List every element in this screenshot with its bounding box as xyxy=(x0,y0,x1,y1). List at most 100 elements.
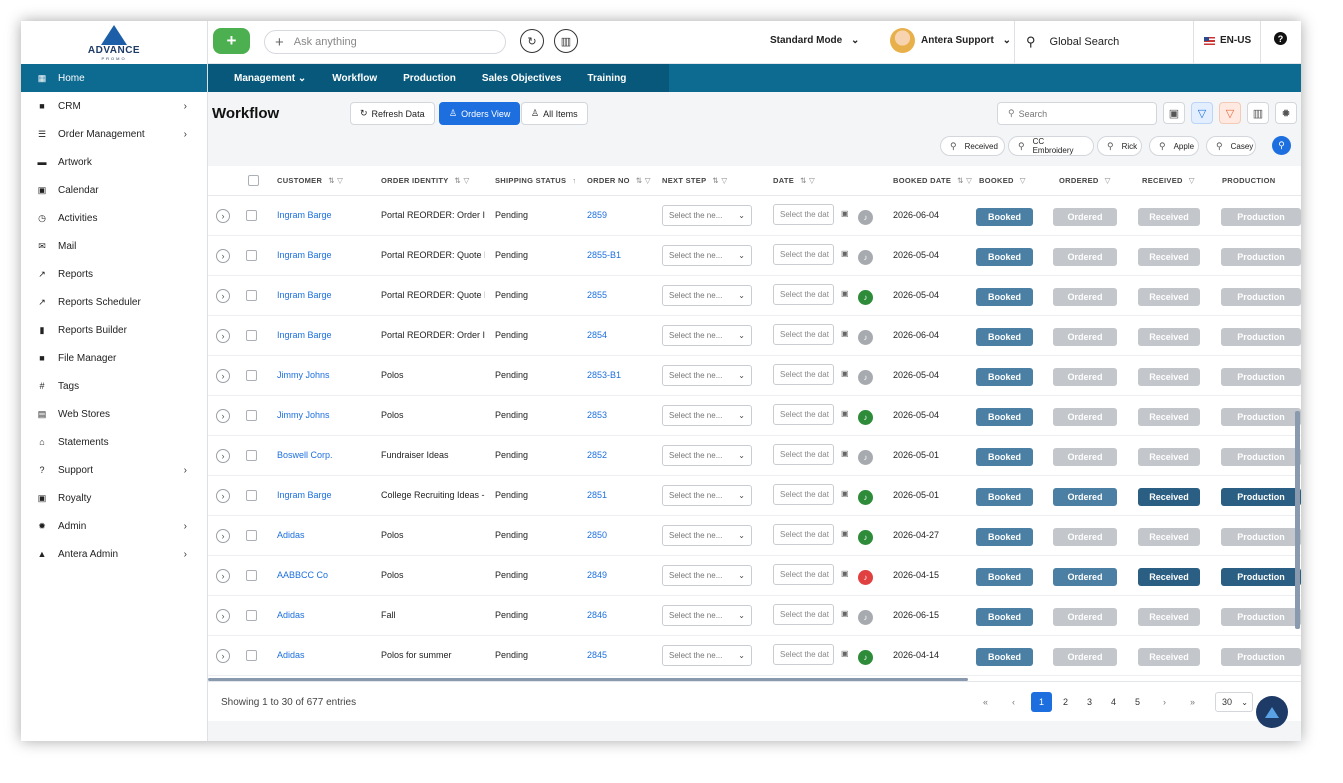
next-step-select[interactable]: Select the ne... ⌄ xyxy=(662,245,752,266)
production-status-button[interactable]: Production xyxy=(1221,448,1301,466)
all-items-button[interactable]: ♙ All Items xyxy=(521,102,588,125)
sidebar-item-reports-builder[interactable]: ▮ Reports Builder xyxy=(21,316,207,344)
help-button[interactable]: ? xyxy=(1274,32,1287,45)
clear-filter-button[interactable]: ▽ xyxy=(1219,102,1241,124)
booked-status-button[interactable]: Booked xyxy=(976,248,1033,266)
bell-icon[interactable]: ♪ xyxy=(858,290,873,305)
bell-icon[interactable]: ♪ xyxy=(858,650,873,665)
first-page-button[interactable]: « xyxy=(975,692,996,712)
select-all-checkbox[interactable] xyxy=(248,175,259,186)
date-input[interactable]: Select the dat xyxy=(773,404,834,425)
ordered-status-button[interactable]: Ordered xyxy=(1053,208,1117,226)
calendar-icon[interactable]: ▣ xyxy=(841,609,849,618)
expand-row-button[interactable]: › xyxy=(216,209,230,223)
bell-icon[interactable]: ♪ xyxy=(858,490,873,505)
date-input[interactable]: Select the dat xyxy=(773,604,834,625)
column-header-customer[interactable]: CUSTOMER ⇅ ▽ xyxy=(277,176,343,185)
order-number-link[interactable]: 2845 xyxy=(587,650,657,660)
next-page-button[interactable]: › xyxy=(1154,692,1175,712)
filter-button[interactable]: ▽ xyxy=(1191,102,1213,124)
ordered-status-button[interactable]: Ordered xyxy=(1053,488,1117,506)
production-status-button[interactable]: Production xyxy=(1221,528,1301,546)
booked-status-button[interactable]: Booked xyxy=(976,208,1033,226)
expand-row-button[interactable]: › xyxy=(216,329,230,343)
assistant-button[interactable] xyxy=(1256,696,1288,728)
received-status-button[interactable]: Received xyxy=(1138,608,1200,626)
ordered-status-button[interactable]: Ordered xyxy=(1053,408,1117,426)
date-input[interactable]: Select the dat xyxy=(773,564,834,585)
order-number-link[interactable]: 2853 xyxy=(587,410,657,420)
booked-status-button[interactable]: Booked xyxy=(976,408,1033,426)
global-search[interactable]: ⚲ Global Search xyxy=(1026,34,1119,50)
calendar-icon[interactable]: ▣ xyxy=(841,649,849,658)
received-status-button[interactable]: Received xyxy=(1138,408,1200,426)
analytics-button[interactable]: ▥ xyxy=(554,29,578,53)
booked-status-button[interactable]: Booked xyxy=(976,448,1033,466)
received-status-button[interactable]: Received xyxy=(1138,288,1200,306)
customer-link[interactable]: Ingram Barge xyxy=(277,330,377,340)
next-step-select[interactable]: Select the ne... ⌄ xyxy=(662,645,752,666)
next-step-select[interactable]: Select the ne... ⌄ xyxy=(662,605,752,626)
sidebar-item-web-stores[interactable]: ▤ Web Stores xyxy=(21,400,207,428)
sidebar-item-home[interactable]: ▦ Home xyxy=(21,64,207,92)
received-status-button[interactable]: Received xyxy=(1138,368,1200,386)
sidebar-item-antera-admin[interactable]: ▲ Antera Admin › xyxy=(21,540,207,568)
table-row[interactable]: › AABBCC Co Polos Pending 2849 2026-04-15 Sele… xyxy=(208,556,1301,596)
production-status-button[interactable]: Production xyxy=(1221,208,1301,226)
row-checkbox[interactable] xyxy=(246,530,257,541)
filter-chip[interactable]: ⚲ Casey xyxy=(1206,136,1256,156)
received-status-button[interactable]: Received xyxy=(1138,248,1200,266)
history-button[interactable]: ↻ xyxy=(520,29,544,53)
customer-link[interactable]: Jimmy Johns xyxy=(277,410,377,420)
order-number-link[interactable]: 2855 xyxy=(587,290,657,300)
booked-status-button[interactable]: Booked xyxy=(976,368,1033,386)
next-step-select[interactable]: Select the ne... ⌄ xyxy=(662,445,752,466)
page-size-select[interactable]: 30 ⌄ xyxy=(1215,692,1253,712)
calendar-icon[interactable]: ▣ xyxy=(841,489,849,498)
ordered-status-button[interactable]: Ordered xyxy=(1053,608,1117,626)
last-page-button[interactable]: » xyxy=(1182,692,1203,712)
page-3-button[interactable]: 3 xyxy=(1079,692,1100,712)
date-input[interactable]: Select the dat xyxy=(773,484,834,505)
order-number-link[interactable]: 2850 xyxy=(587,530,657,540)
column-header-date[interactable]: DATE ⇅ ▽ xyxy=(773,176,815,185)
mode-selector[interactable]: Standard Mode ⌄ xyxy=(770,35,859,46)
sidebar-item-royalty[interactable]: ▣ Royalty xyxy=(21,484,207,512)
page-4-button[interactable]: 4 xyxy=(1103,692,1124,712)
calendar-icon[interactable]: ▣ xyxy=(841,289,849,298)
date-input[interactable]: Select the dat xyxy=(773,444,834,465)
calendar-filter-button[interactable]: ▣ xyxy=(1163,102,1185,124)
received-status-button[interactable]: Received xyxy=(1138,568,1200,586)
table-row[interactable]: › Jimmy Johns Polos Pending 2853-B1 2026-05-0… xyxy=(208,356,1301,396)
table-row[interactable]: › Ingram Barge Portal REORDER: Quote Ic Pen… xyxy=(208,236,1301,276)
booked-status-button[interactable]: Booked xyxy=(976,488,1033,506)
next-step-select[interactable]: Select the ne... ⌄ xyxy=(662,485,752,506)
calendar-icon[interactable]: ▣ xyxy=(841,529,849,538)
row-checkbox[interactable] xyxy=(246,370,257,381)
page-5-button[interactable]: 5 xyxy=(1127,692,1148,712)
expand-row-button[interactable]: › xyxy=(216,569,230,583)
customer-link[interactable]: Ingram Barge xyxy=(277,290,377,300)
table-row[interactable]: › Ingram Barge Portal REORDER: Order Id Pen… xyxy=(208,316,1301,356)
column-header-order-identity[interactable]: ORDER IDENTITY ⇅ ▽ xyxy=(381,176,470,185)
row-checkbox[interactable] xyxy=(246,490,257,501)
create-new-button[interactable]: + xyxy=(213,28,250,54)
received-status-button[interactable]: Received xyxy=(1138,528,1200,546)
filter-chip[interactable]: ⚲ CC Embroidery xyxy=(1008,136,1094,156)
ordered-status-button[interactable]: Ordered xyxy=(1053,648,1117,666)
next-step-select[interactable]: Select the ne... ⌄ xyxy=(662,565,752,586)
sidebar-item-statements[interactable]: ⌂ Statements xyxy=(21,428,207,456)
tab-sales-objectives[interactable]: Sales Objectives xyxy=(456,73,562,84)
bell-icon[interactable]: ♪ xyxy=(858,370,873,385)
date-input[interactable]: Select the dat xyxy=(773,204,834,225)
tab-workflow[interactable]: Workflow xyxy=(306,73,377,84)
row-checkbox[interactable] xyxy=(246,450,257,461)
received-status-button[interactable]: Received xyxy=(1138,208,1200,226)
customer-link[interactable]: Jimmy Johns xyxy=(277,370,377,380)
sidebar-item-support[interactable]: ? Support › xyxy=(21,456,207,484)
booked-status-button[interactable]: Booked xyxy=(976,528,1033,546)
production-status-button[interactable]: Production xyxy=(1221,368,1301,386)
column-header-next-step[interactable]: NEXT STEP ⇅ ▽ xyxy=(662,176,727,185)
order-number-link[interactable]: 2855-B1 xyxy=(587,250,657,260)
customer-link[interactable]: Adidas xyxy=(277,650,377,660)
